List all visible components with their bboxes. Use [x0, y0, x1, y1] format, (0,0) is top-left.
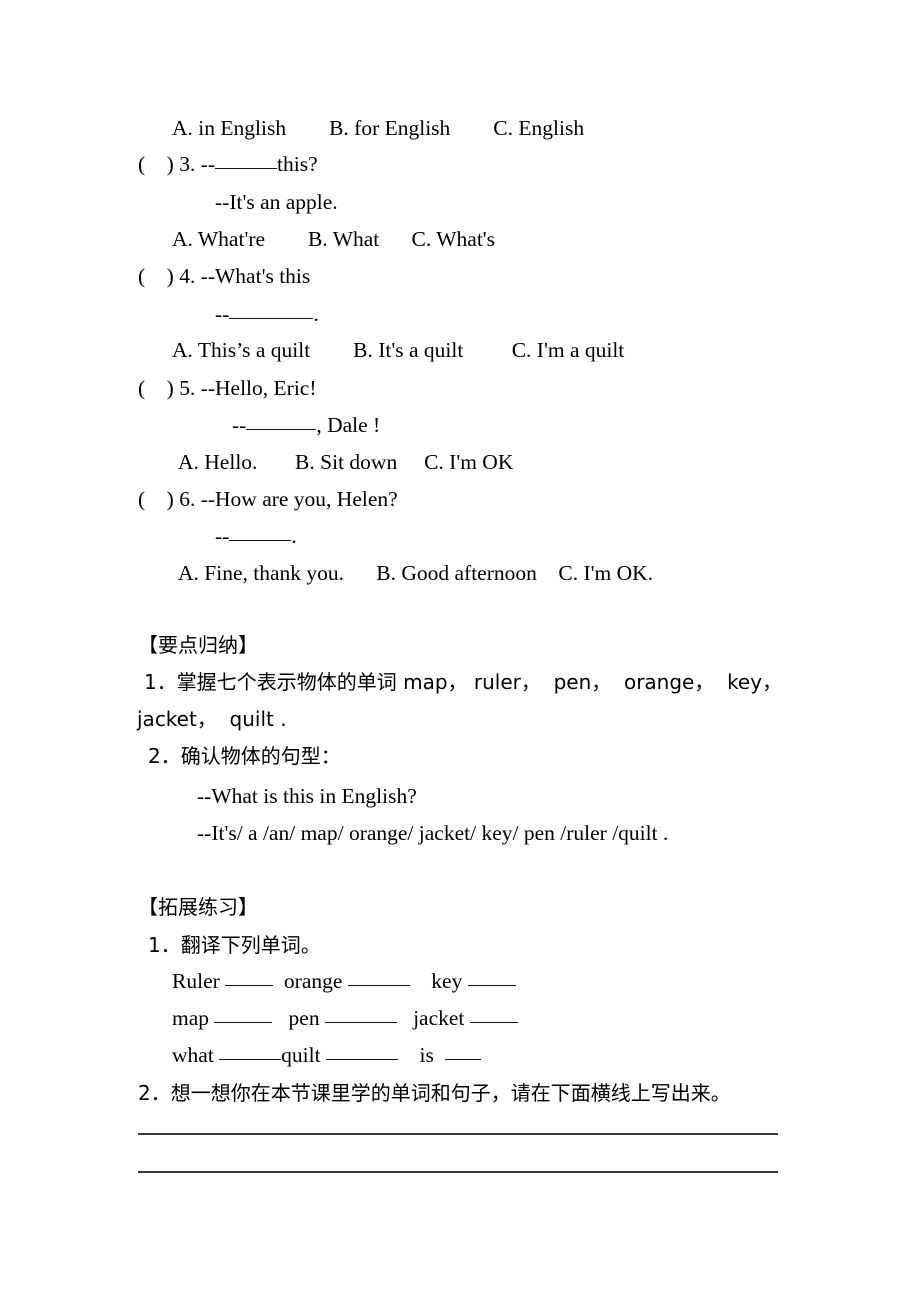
sentence-pattern-question: --What is this in English? [197, 784, 417, 808]
translate-blank-map[interactable] [214, 1009, 273, 1023]
question-5-reply-suffix: , Dale ! [316, 413, 381, 437]
translate-word-ruler: Ruler [172, 969, 220, 993]
worksheet-page: A. in English B. for English C. English … [0, 0, 920, 1302]
translate-blank-is[interactable] [444, 1046, 481, 1060]
translate-blank-pen[interactable] [324, 1009, 397, 1023]
question-2-options: A. in English B. for English C. English [172, 116, 585, 140]
sentence-pattern-answer: --It's/ a /an/ map/ orange/ jacket/ key/… [197, 821, 669, 845]
question-6-blank[interactable] [229, 527, 292, 541]
translate-blank-quilt[interactable] [325, 1046, 398, 1060]
translate-word-is: is [419, 1043, 434, 1067]
question-5-blank[interactable] [246, 416, 317, 430]
question-6-reply-suffix: . [291, 524, 297, 548]
translate-blank-key[interactable] [467, 972, 516, 986]
key-points-item-1-line-1: 1．掌握七个表示物体的单词 map， ruler， pen， orange， k… [144, 670, 783, 694]
translate-word-pen: pen [288, 1006, 320, 1030]
translate-blank-orange[interactable] [347, 972, 410, 986]
translate-row-2: map pen jacket [172, 1006, 518, 1030]
extended-practice-task-1: 1．翻译下列单词。 [148, 933, 321, 957]
question-3-blank[interactable] [215, 155, 278, 169]
question-6-reply-prefix: -- [215, 524, 230, 548]
translate-word-map: map [172, 1006, 210, 1030]
question-3-marker: ( ) 3. -- [138, 152, 216, 176]
key-points-item-2: 2．确认物体的句型： [148, 744, 341, 768]
question-4-stem: ( ) 4. --What's this [138, 264, 311, 288]
question-3-reply: --It's an apple. [215, 190, 338, 214]
extended-practice-heading: 【拓展练习】 [138, 895, 258, 919]
question-5-reply-prefix: -- [232, 413, 247, 437]
translate-word-orange: orange [283, 969, 343, 993]
question-5-options: A. Hello. B. Sit down C. I'm OK [178, 450, 514, 474]
extended-practice-task-2: 2．想一想你在本节课里学的单词和句子，请在下面横线上写出来。 [138, 1081, 731, 1105]
question-3-stem: ( ) 3. -- this? [138, 152, 318, 176]
question-6-stem: ( ) 6. --How are you, Helen? [138, 487, 398, 511]
translate-row-1: Ruler orange key [172, 969, 516, 993]
translate-word-quilt: quilt [281, 1043, 321, 1067]
question-4-options: A. This’s a quilt B. It's a quilt C. I'm… [172, 338, 625, 362]
question-5-stem: ( ) 5. --Hello, Eric! [138, 376, 317, 400]
key-points-item-1-line-2: jacket， quilt . [137, 707, 287, 731]
question-4-reply-suffix: . [313, 302, 319, 326]
question-3-options: A. What're B. What C. What's [172, 227, 496, 251]
question-5-reply: -- , Dale ! [232, 413, 380, 437]
question-6-options: A. Fine, thank you. B. Good afternoon C.… [178, 561, 654, 585]
translate-word-what: what [172, 1043, 214, 1067]
translate-row-3: what quilt is [172, 1043, 481, 1067]
translate-word-key: key [431, 969, 463, 993]
question-6-reply: --. [215, 524, 297, 548]
question-4-reply: --. [215, 302, 319, 326]
answer-line-1[interactable] [138, 1133, 778, 1135]
translate-blank-what[interactable] [219, 1046, 282, 1060]
translate-blank-ruler[interactable] [225, 972, 274, 986]
translate-blank-jacket[interactable] [469, 1009, 518, 1023]
question-4-reply-prefix: -- [215, 302, 230, 326]
translate-word-jacket: jacket [413, 1006, 465, 1030]
question-3-stem-tail: this? [277, 152, 318, 176]
key-points-heading: 【要点归纳】 [138, 633, 258, 657]
question-4-blank[interactable] [229, 305, 314, 319]
answer-line-2[interactable] [138, 1171, 778, 1173]
